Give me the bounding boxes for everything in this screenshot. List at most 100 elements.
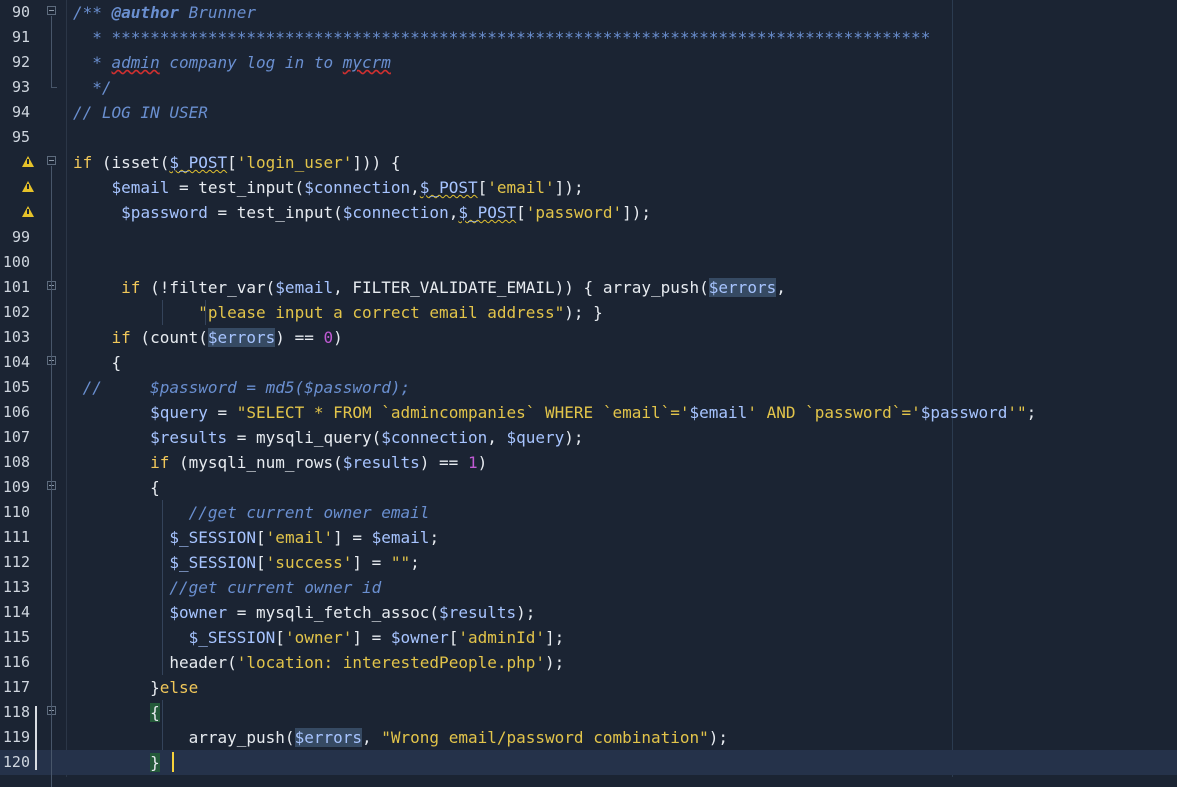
code-line[interactable]: 94 // LOG IN USER [0,100,1177,125]
line-number: 108 [2,453,30,471]
line-number: 105 [2,378,30,396]
line-number: 102 [2,303,30,321]
fold-guide-end [51,87,57,88]
line-number: 99 [11,228,30,246]
code-line[interactable]: 95 [0,125,1177,150]
code-text[interactable]: $_SESSION['success'] = ""; [73,550,419,575]
text-caret [172,752,174,772]
bracket-match-marker [35,706,37,770]
code-line[interactable]: 102 "please input a correct email addres… [0,300,1177,325]
code-line[interactable]: 110 //get current owner email [0,500,1177,525]
code-line[interactable]: 119 array_push($errors, "Wrong email/pas… [0,725,1177,750]
code-line[interactable]: 112 $_SESSION['success'] = ""; [0,550,1177,575]
code-line[interactable]: 103 if (count($errors) == 0) [0,325,1177,350]
line-number: 120 [2,753,30,771]
indent-guide [162,300,163,325]
code-text[interactable]: //get current owner id [73,575,381,600]
line-number: 115 [2,628,30,646]
code-editor[interactable]: 90/** @author Brunner 91 * **************… [0,0,1177,787]
code-text[interactable]: $results = mysqli_query($connection, $qu… [73,425,583,450]
line-number: 100 [2,253,30,271]
line-number: 118 [2,703,30,721]
code-text[interactable]: array_push($errors, "Wrong email/passwor… [73,725,728,750]
line-number: 103 [2,328,30,346]
code-line[interactable]: if (isset($_POST['login_user'])) { [0,150,1177,175]
line-number: 116 [2,653,30,671]
line-number: 95 [11,128,30,146]
code-line[interactable]: 90 /** @author Brunner [0,0,1177,25]
code-text[interactable]: { [73,700,160,725]
code-text[interactable]: if (mysqli_num_rows($results) == 1) [73,450,487,475]
code-text[interactable]: }else [73,675,198,700]
code-line[interactable]: 101 if (!filter_var($email, FILTER_VALID… [0,275,1177,300]
code-line[interactable]: 99 [0,225,1177,250]
code-text[interactable]: header('location: interestedPeople.php')… [73,650,564,675]
line-number: 109 [2,478,30,496]
line-number: 117 [2,678,30,696]
code-text[interactable]: { [73,350,122,375]
line-number: 104 [2,353,30,371]
code-text[interactable]: */ [73,75,111,100]
fold-guide [51,166,52,787]
code-line[interactable]: 117 }else [0,675,1177,700]
code-line[interactable]: 113 //get current owner id [0,575,1177,600]
code-text[interactable]: $password = test_input($connection,$_POS… [73,200,651,225]
code-text[interactable]: { [73,475,160,500]
code-text[interactable]: if (isset($_POST['login_user'])) { [73,150,401,175]
indent-guide [205,300,206,325]
fold-guide [51,16,52,87]
code-line[interactable]: 120 } [0,750,1177,775]
code-text[interactable]: } [73,750,160,775]
code-line[interactable]: 108 if (mysqli_num_rows($results) == 1) [0,450,1177,475]
line-number: 92 [11,53,30,71]
code-line[interactable]: 105 // $password = md5($password); [0,375,1177,400]
code-text[interactable]: // LOG IN USER [73,100,208,125]
line-number: 91 [11,28,30,46]
code-text[interactable]: //get current owner email [73,500,430,525]
fold-toggle-icon[interactable] [47,6,56,15]
code-line[interactable]: 100 [0,250,1177,275]
code-text[interactable]: if (count($errors) == 0) [73,325,343,350]
code-line[interactable]: 91 * ***********************************… [0,25,1177,50]
code-line[interactable]: 93 */ [0,75,1177,100]
fold-toggle-icon[interactable] [47,156,56,165]
warning-icon[interactable] [22,206,34,217]
line-number: 107 [2,428,30,446]
code-text[interactable]: $_SESSION['email'] = $email; [73,525,439,550]
line-number: 90 [11,3,30,21]
code-line[interactable]: 109 { [0,475,1177,500]
line-number: 106 [2,403,30,421]
code-text[interactable]: // $password = md5($password); [73,375,411,400]
indent-guide [162,700,163,750]
line-number: 113 [2,578,30,596]
code-line[interactable]: 107 $results = mysqli_query($connection,… [0,425,1177,450]
line-number: 111 [2,528,30,546]
code-line[interactable]: $password = test_input($connection,$_POS… [0,200,1177,225]
warning-icon[interactable] [22,181,34,192]
code-text[interactable]: $email = test_input($connection,$_POST['… [73,175,584,200]
code-line[interactable]: 106 $query = "SELECT * FROM `admincompan… [0,400,1177,425]
code-line[interactable]: 104 { [0,350,1177,375]
code-line[interactable]: 116 header('location: interestedPeople.p… [0,650,1177,675]
code-line[interactable]: 92 * admin company log in to mycrm [0,50,1177,75]
code-text[interactable]: /** @author Brunner [73,0,256,25]
code-line[interactable]: 118 { [0,700,1177,725]
code-text[interactable]: $owner = mysqli_fetch_assoc($results); [73,600,535,625]
code-text[interactable]: "please input a correct email address");… [73,300,603,325]
code-text[interactable]: * admin company log in to mycrm [73,50,391,75]
line-number: 112 [2,553,30,571]
code-text[interactable]: $query = "SELECT * FROM `admincompanies`… [73,400,1036,425]
code-text[interactable]: if (!filter_var($email, FILTER_VALIDATE_… [73,275,786,300]
code-line[interactable]: 114 $owner = mysqli_fetch_assoc($results… [0,600,1177,625]
code-line[interactable]: 115 $_SESSION['owner'] = $owner['adminId… [0,625,1177,650]
code-line[interactable]: $email = test_input($connection,$_POST['… [0,175,1177,200]
warning-icon[interactable] [22,156,34,167]
line-number: 114 [2,603,30,621]
line-number: 101 [2,278,30,296]
indent-guide [162,500,163,675]
code-line[interactable]: 111 $_SESSION['email'] = $email; [0,525,1177,550]
line-number: 119 [2,728,30,746]
line-number: 94 [11,103,30,121]
code-text[interactable]: * **************************************… [73,25,930,50]
code-text[interactable]: $_SESSION['owner'] = $owner['adminId']; [73,625,565,650]
